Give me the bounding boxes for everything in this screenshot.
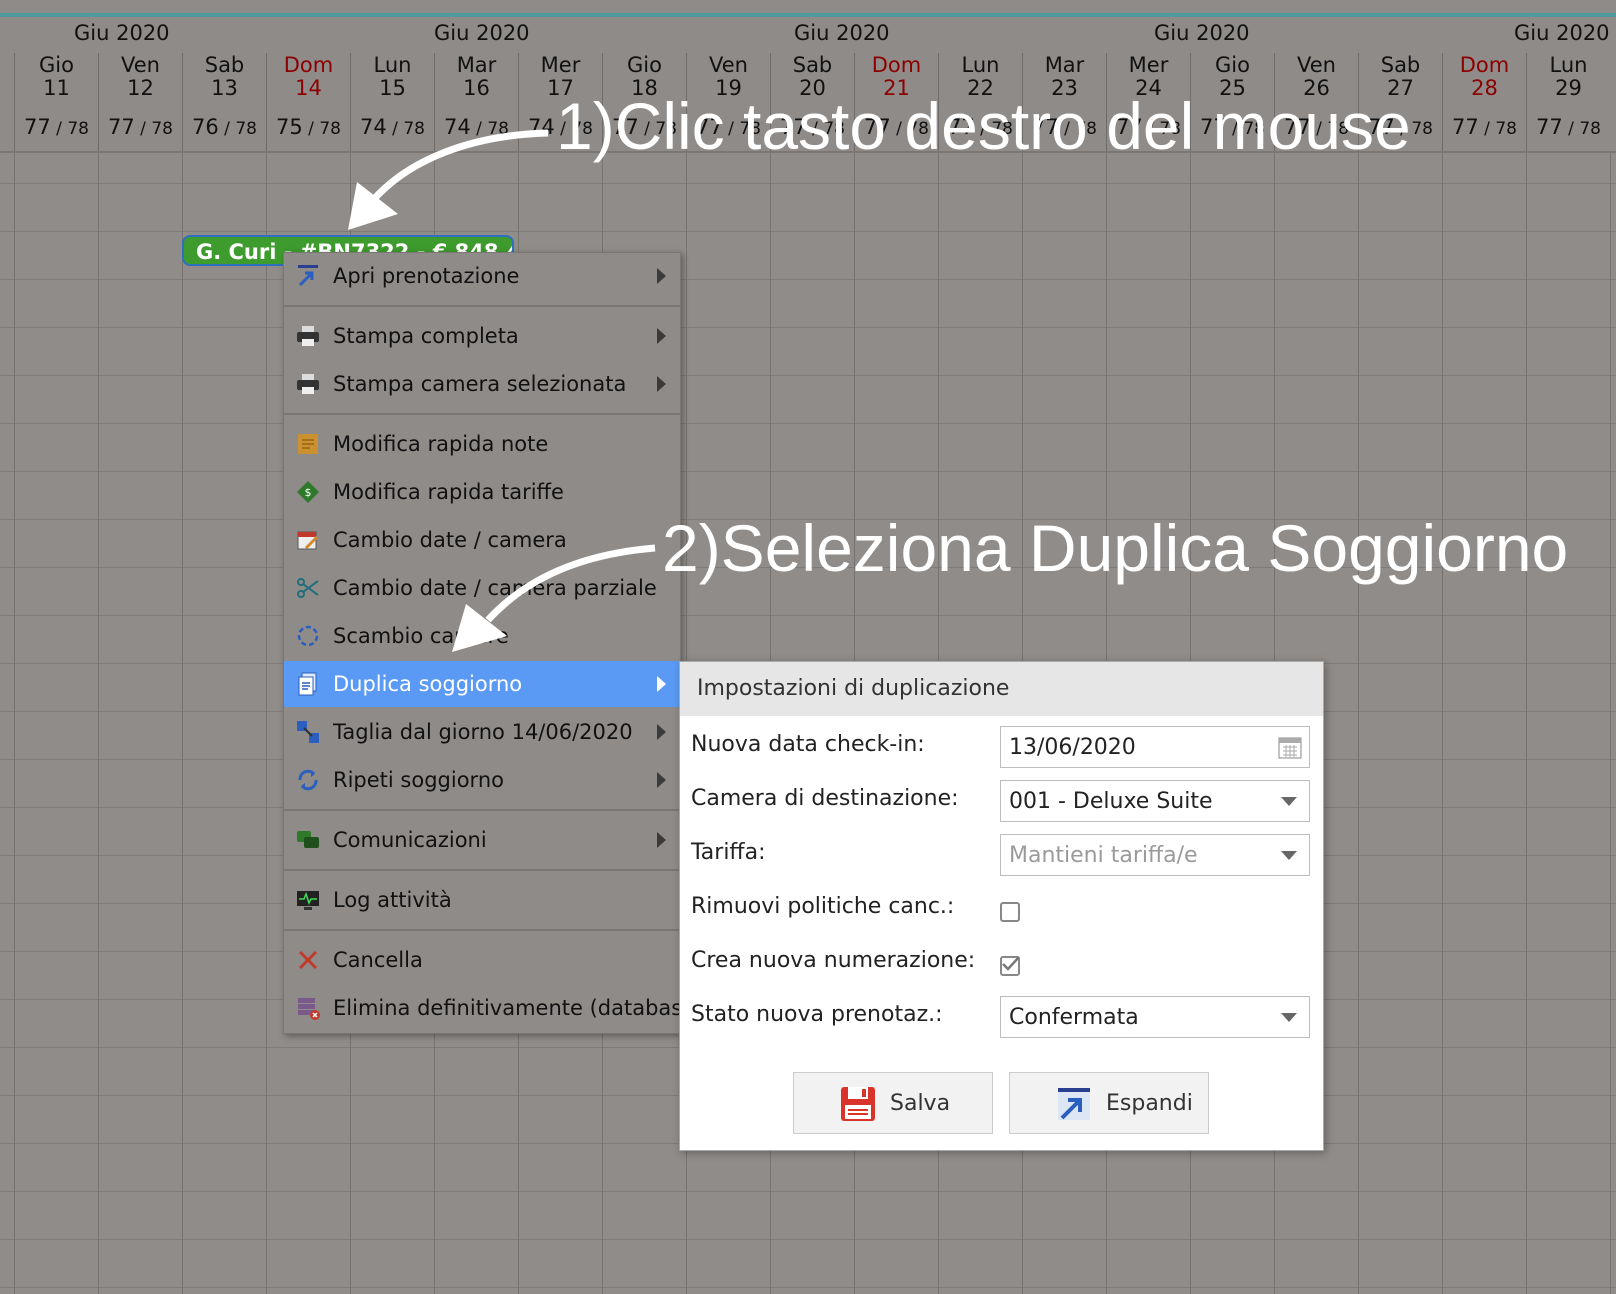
annotation-arrow-1 (372, 129, 549, 201)
annotation-step-1: 1)Clic tasto destro del mouse (556, 89, 1411, 163)
annotation-arrows (348, 129, 656, 652)
annotation-arrow-1-head (348, 182, 398, 230)
annotation-step-2: 2)Seleziona Duplica Soggiorno (662, 511, 1569, 585)
annotation-arrow-2 (485, 544, 656, 623)
